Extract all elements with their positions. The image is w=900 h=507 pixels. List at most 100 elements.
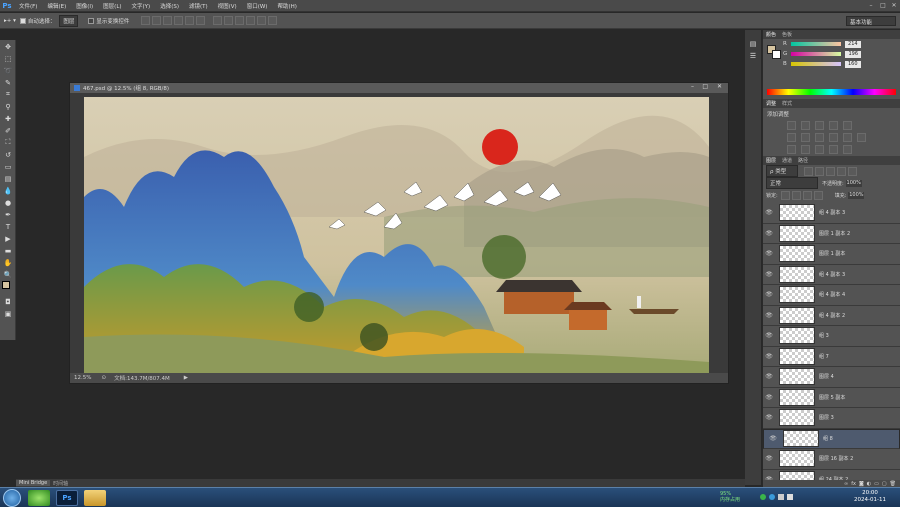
show-transform-checkbox[interactable]: 显示变换控件 (88, 17, 129, 25)
color-swatches[interactable] (1, 281, 15, 295)
blur-tool-icon[interactable]: 💧 (1, 185, 15, 196)
filter-smart-icon[interactable] (848, 166, 857, 176)
layer-row[interactable]: 👁 图层 16 副本 2 (763, 449, 900, 470)
green-slider-bar[interactable] (791, 52, 842, 56)
distribute-top-icon[interactable] (213, 16, 223, 25)
checkbox-icon[interactable] (19, 17, 26, 24)
eye-visibility-icon[interactable]: 👁 (763, 230, 775, 237)
close-button[interactable]: ✕ (889, 1, 899, 10)
eyedropper-tool-icon[interactable]: ⚲ (1, 101, 15, 112)
volume-tray-icon[interactable] (787, 494, 793, 500)
browser-taskbar-icon[interactable] (28, 490, 50, 506)
eye-visibility-icon[interactable]: 👁 (763, 455, 775, 462)
system-clock[interactable]: 20:00 2024-01-11 (854, 490, 886, 504)
blue-value[interactable]: 160 (844, 60, 861, 68)
vibrance-icon[interactable] (843, 121, 852, 130)
eye-visibility-icon[interactable]: 👁 (763, 209, 775, 216)
gradient-map-icon[interactable] (829, 145, 838, 154)
brush-tool-icon[interactable]: ✐ (1, 125, 15, 136)
align-right-icon[interactable] (196, 16, 206, 25)
eye-visibility-icon[interactable]: 👁 (763, 250, 775, 257)
selective-color-icon[interactable] (843, 145, 852, 154)
tab-channels[interactable]: 通道 (782, 157, 792, 164)
screen-mode-icon[interactable]: ▣ (1, 308, 15, 319)
checkbox-icon[interactable] (88, 17, 95, 24)
hue-saturation-icon[interactable] (787, 133, 796, 142)
workspace-dropdown[interactable]: 基本功能 (846, 16, 896, 26)
photo-filter-icon[interactable] (829, 133, 838, 142)
layer-row[interactable]: 👁 组 4 副本 3 (763, 203, 900, 224)
blend-mode-dropdown[interactable]: 正常 (766, 177, 818, 189)
menu-item[interactable]: 选择(S) (155, 2, 184, 10)
layer-row[interactable]: 👁 组 4 副本 3 (763, 264, 900, 285)
tab-color[interactable]: 颜色 (766, 31, 776, 38)
menu-item[interactable]: 文件(F) (14, 2, 42, 10)
menu-item[interactable]: 编辑(E) (42, 2, 71, 10)
tab-mini-bridge[interactable]: Mini Bridge (16, 480, 51, 486)
start-button[interactable] (3, 489, 21, 507)
red-slider[interactable]: R 214 (763, 39, 900, 49)
foreground-color-swatch[interactable] (2, 281, 10, 289)
filter-type-icon[interactable] (826, 166, 835, 176)
layer-row[interactable]: 👁 组 7 (763, 346, 900, 367)
eye-visibility-icon[interactable]: 👁 (763, 373, 775, 380)
gradient-tool-icon[interactable]: ▤ (1, 173, 15, 184)
invert-icon[interactable] (787, 145, 796, 154)
distribute-left-icon[interactable] (246, 16, 256, 25)
eraser-tool-icon[interactable]: ▭ (1, 161, 15, 172)
clone-stamp-tool-icon[interactable]: ⛶ (1, 137, 15, 148)
eye-visibility-icon[interactable]: 👁 (767, 435, 779, 442)
layer-row[interactable]: 👁 图层 4 (763, 367, 900, 388)
eye-visibility-icon[interactable]: 👁 (763, 353, 775, 360)
hand-tool-icon[interactable]: ✋ (1, 257, 15, 268)
file-explorer-taskbar-icon[interactable] (84, 490, 106, 506)
layer-row[interactable]: 👁 组 4 副本 4 (763, 285, 900, 306)
posterize-icon[interactable] (801, 145, 810, 154)
quick-select-tool-icon[interactable]: ✎ (1, 77, 15, 88)
blue-slider[interactable]: B 160 (763, 59, 900, 69)
distribute-hcenter-icon[interactable] (257, 16, 267, 25)
black-white-icon[interactable] (815, 133, 824, 142)
spectrum-bar[interactable] (767, 89, 896, 95)
eye-visibility-icon[interactable]: 👁 (763, 332, 775, 339)
eye-visibility-icon[interactable]: 👁 (763, 312, 775, 319)
levels-icon[interactable] (801, 121, 810, 130)
lock-all-icon[interactable] (813, 190, 823, 200)
channel-mixer-icon[interactable] (843, 133, 852, 142)
curves-icon[interactable] (815, 121, 824, 130)
filter-pixel-icon[interactable] (804, 166, 813, 176)
green-slider[interactable]: G 196 (763, 49, 900, 59)
dodge-tool-icon[interactable]: ● (1, 197, 15, 208)
lasso-tool-icon[interactable]: ➰ (1, 65, 15, 76)
menu-item[interactable]: 图像(I) (71, 2, 98, 10)
layer-row[interactable]: 👁 图层 1 副本 (763, 244, 900, 265)
move-tool-icon[interactable]: ✥ (1, 41, 15, 52)
red-value[interactable]: 214 (844, 40, 861, 48)
filter-shape-icon[interactable] (837, 166, 846, 176)
doc-maximize-button[interactable]: □ (702, 83, 708, 90)
auto-select-dropdown[interactable]: 图层 (59, 14, 79, 27)
network-tray-icon[interactable] (778, 494, 784, 500)
wechat-tray-icon[interactable] (760, 494, 766, 500)
eye-visibility-icon[interactable]: 👁 (763, 414, 775, 421)
lock-transparent-icon[interactable] (780, 190, 790, 200)
history-panel-icon[interactable]: ▤ (746, 38, 760, 49)
layer-row[interactable]: 👁 图层 3 (763, 408, 900, 429)
doc-close-button[interactable]: ✕ (717, 83, 722, 90)
align-vcenter-icon[interactable] (152, 16, 162, 25)
exposure-icon[interactable] (829, 121, 838, 130)
brightness-icon[interactable] (787, 121, 796, 130)
eye-visibility-icon[interactable]: 👁 (763, 394, 775, 401)
lock-pixels-icon[interactable] (791, 190, 801, 200)
green-value[interactable]: 196 (845, 50, 862, 58)
zoom-level[interactable]: 12.5% (74, 375, 91, 381)
threshold-icon[interactable] (815, 145, 824, 154)
type-tool-icon[interactable]: T (1, 221, 15, 232)
align-hcenter-icon[interactable] (185, 16, 195, 25)
red-slider-bar[interactable] (790, 42, 841, 46)
menu-item[interactable]: 视图(V) (213, 2, 242, 10)
tab-paths[interactable]: 路径 (798, 157, 808, 164)
menu-item[interactable]: 滤镜(T) (184, 2, 213, 10)
layer-row[interactable]: 👁 图层 5 副本 (763, 387, 900, 408)
status-info-icon[interactable]: ⊙ (101, 375, 106, 381)
